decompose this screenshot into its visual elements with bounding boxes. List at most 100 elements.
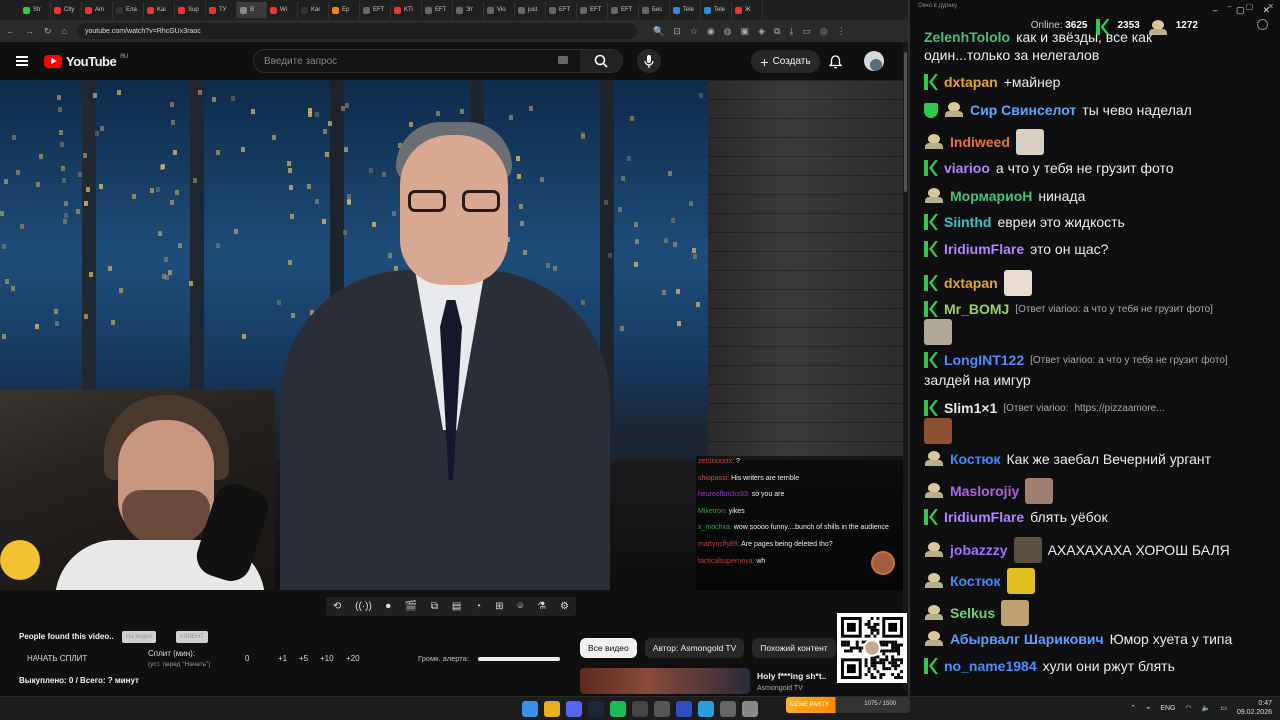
forward-icon[interactable]: →	[25, 26, 34, 36]
related-video-channel[interactable]: Asmongold TV	[757, 685, 803, 692]
browser-tab[interactable]: EFT	[608, 2, 639, 18]
browser-tab[interactable]: ТУ	[206, 2, 237, 18]
chip-client[interactable]: КЛИЕНТ	[176, 631, 208, 643]
telegram-icon[interactable]	[698, 701, 714, 717]
chat-username[interactable]: Абырвалг Шарикович	[950, 631, 1104, 647]
split-value-0[interactable]: 0	[245, 654, 249, 663]
related-video-thumbnail[interactable]	[580, 668, 750, 694]
extension-icon[interactable]: ◉	[707, 26, 715, 37]
speed-icon[interactable]: ◔	[475, 601, 481, 612]
chat-username[interactable]: Maslorojiy	[950, 483, 1019, 499]
gear-icon[interactable]: ⚙	[560, 601, 569, 612]
extension-icon[interactable]: ▣	[741, 26, 750, 37]
browser-tab[interactable]: B	[237, 2, 267, 18]
browser-tab[interactable]: Tele	[670, 2, 701, 18]
voice-search-button[interactable]	[637, 49, 661, 73]
chat-username[interactable]: dxtapan	[944, 74, 998, 90]
reload-icon[interactable]: ↻	[44, 26, 52, 37]
browser-tab[interactable]: Ep	[329, 2, 360, 18]
close-icon[interactable]: ✕	[1262, 5, 1270, 16]
split-plus-5-button[interactable]: +5	[299, 654, 308, 663]
back-icon[interactable]: ←	[6, 26, 15, 36]
tray-chevron-icon[interactable]: ⌃	[1130, 704, 1136, 712]
browser-tab[interactable]: Эт	[453, 2, 484, 18]
browser-tab[interactable]: Str	[20, 2, 51, 18]
obs-icon[interactable]	[632, 701, 648, 717]
record-icon[interactable]: ⏺	[386, 601, 391, 612]
browser-tab[interactable]: Wi	[267, 2, 298, 18]
wifi-icon[interactable]: ◠	[1186, 704, 1192, 712]
loop-icon[interactable]: ⟲	[333, 601, 341, 612]
menu-icon[interactable]	[16, 56, 28, 66]
volume-icon[interactable]: 🔈	[1202, 704, 1211, 712]
chat-username[interactable]: ZelenhTololo	[924, 29, 1010, 45]
browser-tab[interactable]: Am	[82, 2, 113, 18]
split-icon[interactable]: ▭	[802, 26, 811, 37]
search-input[interactable]: Введите запрос	[253, 49, 623, 73]
windows-start-icon[interactable]	[522, 701, 538, 717]
menu-dots-icon[interactable]: ⋮	[837, 26, 846, 37]
chat-username[interactable]: Mr_BOMJ	[944, 301, 1009, 317]
split-plus-20-button[interactable]: +20	[346, 654, 360, 663]
split-plus-10-button[interactable]: +10	[320, 654, 334, 663]
browser-tab[interactable]: Tele	[701, 2, 732, 18]
browser-tab[interactable]: KTi	[391, 2, 422, 18]
app-icon[interactable]	[676, 701, 692, 717]
browser-tab[interactable]: EFT	[360, 2, 391, 18]
filter-chip[interactable]: Похожий контент	[752, 638, 836, 658]
chat-username[interactable]: IridiumFlare	[944, 241, 1024, 257]
start-split-button[interactable]: НАЧАТЬ СПЛИТ	[27, 654, 87, 663]
browser-tab[interactable]: City	[51, 2, 82, 18]
chat-username[interactable]: Selkus	[950, 605, 995, 621]
clock[interactable]: 0:47 09.02.2026	[1237, 699, 1272, 717]
install-icon[interactable]: ⊡	[673, 26, 681, 37]
files-icon[interactable]	[720, 701, 736, 717]
keyboard-icon[interactable]	[558, 56, 568, 64]
chat-username[interactable]: МормариоН	[950, 188, 1032, 204]
browser-tab[interactable]: Kar	[298, 2, 329, 18]
chat-username[interactable]: jobazzzy	[950, 542, 1008, 558]
browser-tab[interactable]: Kai	[144, 2, 175, 18]
filter-chip[interactable]: Все видео	[580, 638, 637, 658]
split-plus-1-button[interactable]: +1	[278, 654, 287, 663]
spotify-icon[interactable]	[610, 701, 626, 717]
maximize-icon[interactable]: ▢	[1236, 5, 1245, 16]
chat-username[interactable]: IridiumFlare	[944, 509, 1024, 525]
flask-icon[interactable]: ⚗	[537, 601, 546, 612]
download-icon[interactable]: ⤓	[789, 26, 793, 37]
filter-chip[interactable]: Автор: Asmongold TV	[644, 638, 745, 658]
clapper-icon[interactable]: 🎬	[405, 601, 417, 612]
chat-username[interactable]: Костюк	[950, 451, 1001, 467]
url-field[interactable]: youtube.com/watch?v=RhcGUx3raoc	[76, 23, 637, 39]
minimize-icon[interactable]: –	[1213, 5, 1218, 15]
browser-tab[interactable]: Бес	[639, 2, 670, 18]
related-video-title[interactable]: Holy f***ing sh*t..	[757, 671, 826, 681]
subtitles-icon[interactable]: ▤	[452, 601, 461, 612]
extension-icon[interactable]: ◍	[724, 26, 732, 37]
chat-username[interactable]: Slim1×1	[944, 400, 997, 416]
discord-icon[interactable]	[566, 701, 582, 717]
camera-icon[interactable]: ⌾	[517, 601, 523, 612]
alert-volume-slider[interactable]	[478, 657, 560, 661]
chrome-icon[interactable]	[544, 701, 560, 717]
broadcast-icon[interactable]: ((·))	[355, 601, 372, 612]
chat-username[interactable]: viarioo	[944, 160, 990, 176]
chat-username[interactable]: Костюк	[950, 573, 1001, 589]
browser-tab[interactable]: Ж	[732, 2, 763, 18]
picture-in-picture-icon[interactable]: ⧉	[431, 601, 438, 612]
add-clip-icon[interactable]: ⊞	[495, 601, 503, 612]
browser-tab[interactable]: EFT	[577, 2, 608, 18]
language-indicator[interactable]: ENG	[1160, 705, 1175, 712]
steam-icon[interactable]	[588, 701, 604, 717]
account-avatar[interactable]	[864, 51, 884, 71]
star-icon[interactable]: ☆	[690, 26, 698, 37]
chat-username[interactable]: LongINT122	[944, 352, 1024, 368]
browser-tab[interactable]: Sup	[175, 2, 206, 18]
network-icon[interactable]: ⌁	[1146, 704, 1150, 712]
notifications-button[interactable]	[828, 55, 843, 74]
app-icon[interactable]	[654, 701, 670, 717]
app-icon[interactable]	[742, 701, 758, 717]
browser-tab[interactable]: EFT	[546, 2, 577, 18]
browser-tab[interactable]: Vio	[484, 2, 515, 18]
chat-link[interactable]: https://pizzaamore...	[1075, 403, 1165, 414]
